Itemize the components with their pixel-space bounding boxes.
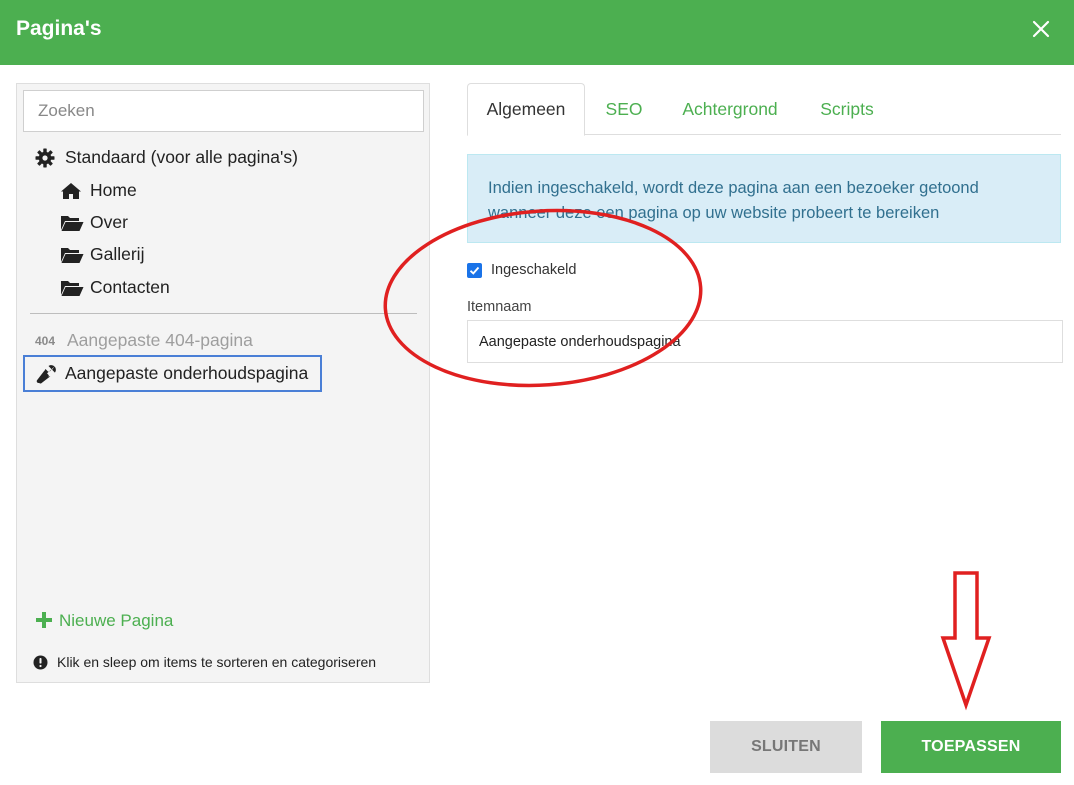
plus-icon <box>35 611 53 631</box>
folder-open-icon <box>60 213 84 233</box>
enabled-checkbox[interactable] <box>467 262 482 278</box>
tree-item-label: Standaard (voor alle pagina's) <box>65 147 298 167</box>
sort-hint-text: Klik en sleep om items te sorteren en ca… <box>57 654 377 670</box>
search-input[interactable] <box>23 90 424 132</box>
dialog-header: Pagina's <box>0 0 1074 65</box>
item-name-label: Itemnaam <box>467 299 532 315</box>
folder-open-icon <box>60 245 84 265</box>
tree-item-home[interactable]: Home <box>60 180 137 201</box>
apply-button[interactable]: TOEPASSEN <box>881 721 1061 773</box>
enabled-checkbox-row[interactable]: Ingeschakeld <box>467 262 576 278</box>
tree-item-label: Aangepaste 404-pagina <box>67 330 253 350</box>
tree-item-over[interactable]: Over <box>60 212 128 233</box>
tab-seo[interactable]: SEO <box>591 83 657 135</box>
dialog-title: Pagina's <box>16 17 102 40</box>
enabled-label: Ingeschakeld <box>491 262 577 278</box>
exclamation-circle-icon <box>33 655 48 670</box>
home-icon <box>60 181 84 201</box>
tab-scripts[interactable]: Scripts <box>807 83 887 135</box>
pages-sidebar: Standaard (voor alle pagina's) Home Over <box>16 83 430 683</box>
tree-item-label: Home <box>90 180 137 200</box>
pages-dialog: Pagina's Zoeken Standaard (voor alle pag… <box>0 0 1074 785</box>
tree-item-maintenance-page[interactable]: Aangepaste onderhoudspagina <box>23 355 322 392</box>
close-button[interactable]: SLUITEN <box>710 721 862 773</box>
info-line-1: Indien ingeschakeld, wordt deze pagina a… <box>488 179 979 197</box>
tab-achtergrond[interactable]: Achtergrond <box>668 83 792 135</box>
tree-divider <box>30 313 417 314</box>
info-alert: Indien ingeschakeld, wordt deze pagina a… <box>467 154 1061 243</box>
tree-item-label: Aangepaste onderhoudspagina <box>65 363 309 383</box>
404-badge: 404 <box>35 333 56 348</box>
close-icon[interactable] <box>1030 18 1052 40</box>
tree-item-label: Gallerij <box>90 244 145 264</box>
tree-item-label: Over <box>90 212 128 232</box>
tree-item-gallerij[interactable]: Gallerij <box>60 244 144 265</box>
tree-item-label: Contacten <box>90 277 170 297</box>
new-page-label: Nieuwe Pagina <box>59 611 174 630</box>
info-line-2: wanneer deze een pagina op uw website pr… <box>488 204 940 222</box>
tree-item-standard[interactable]: Standaard (voor alle pagina's) <box>35 147 298 168</box>
wrench-icon <box>35 364 59 384</box>
folder-open-icon <box>60 278 84 298</box>
tree-item-404-page[interactable]: 404 Aangepaste 404-pagina <box>35 330 253 351</box>
tab-algemeen[interactable]: Algemeen <box>467 83 585 136</box>
new-page-button[interactable]: Nieuwe Pagina <box>35 611 173 631</box>
gear-icon <box>35 148 59 168</box>
item-name-field[interactable] <box>467 320 1063 363</box>
settings-tabs: Algemeen SEO Achtergrond Scripts <box>467 83 1061 136</box>
annotation-arrow <box>940 571 992 711</box>
tree-item-contacten[interactable]: Contacten <box>60 277 170 298</box>
sort-hint: Klik en sleep om items te sorteren en ca… <box>33 654 376 670</box>
